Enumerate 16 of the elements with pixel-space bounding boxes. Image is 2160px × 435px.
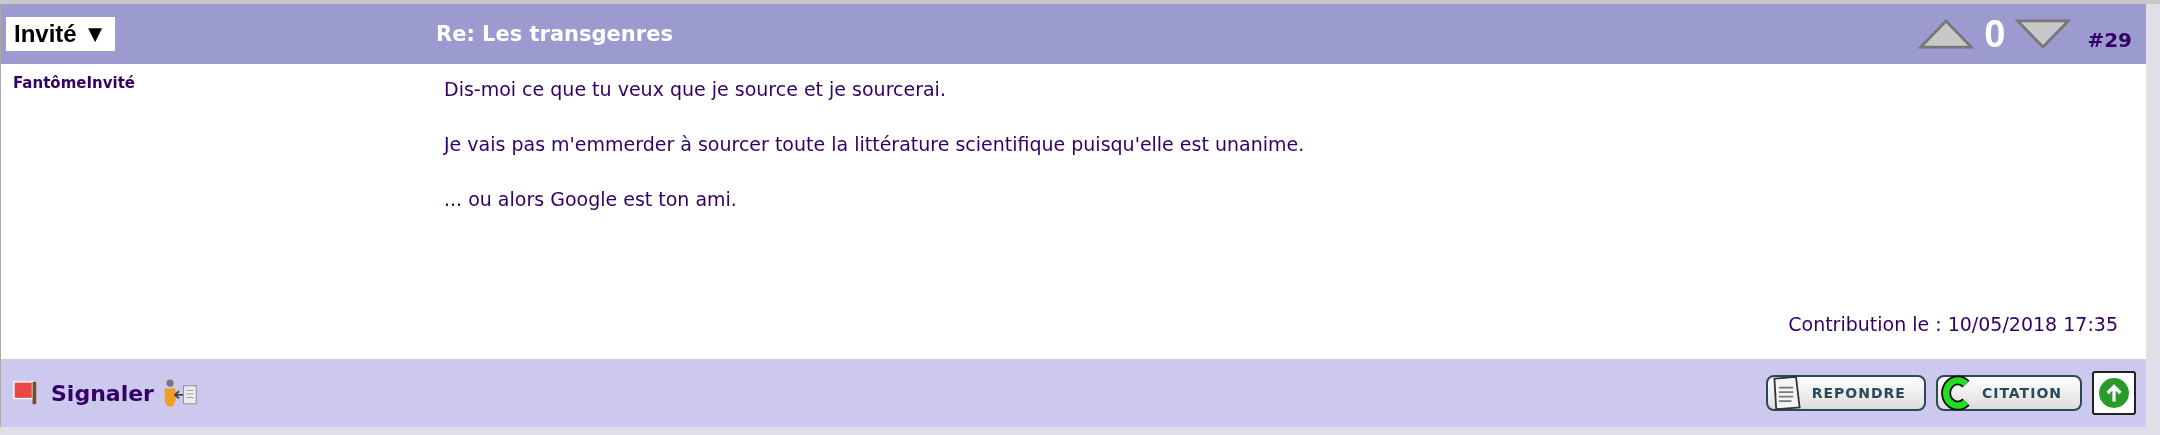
user-menu[interactable]: Invité ▼ [6,17,116,51]
report-link[interactable]: Signaler [51,380,154,406]
post-title: Re: Les transgenres [436,22,674,46]
quote-button[interactable]: CITATION [1935,375,2082,411]
message-paragraph: Je vais pas m'emmerder à sourcer toute la littérature scientifique puisqu'elle est unanime. [444,133,1306,155]
flag-icon[interactable] [13,380,39,406]
post-date: Contribution le : 10/05/2018 17:35 [1787,313,2118,335]
reply-button[interactable]: REPONDRE [1765,375,1926,411]
post-number[interactable]: #29 [2087,28,2132,52]
back-to-top-button[interactable] [2092,371,2136,415]
message-paragraph: Dis-moi ce que tu veux que je source et je sourcerai. [444,78,947,100]
upvote-icon[interactable] [1918,18,1975,50]
vote-score: 0 [1984,12,2006,56]
message-paragraph: ... ou alors Google est ton ami. [444,188,738,210]
author-name[interactable]: FantômeInvité [1,64,431,359]
downvote-icon[interactable] [2015,18,2072,50]
